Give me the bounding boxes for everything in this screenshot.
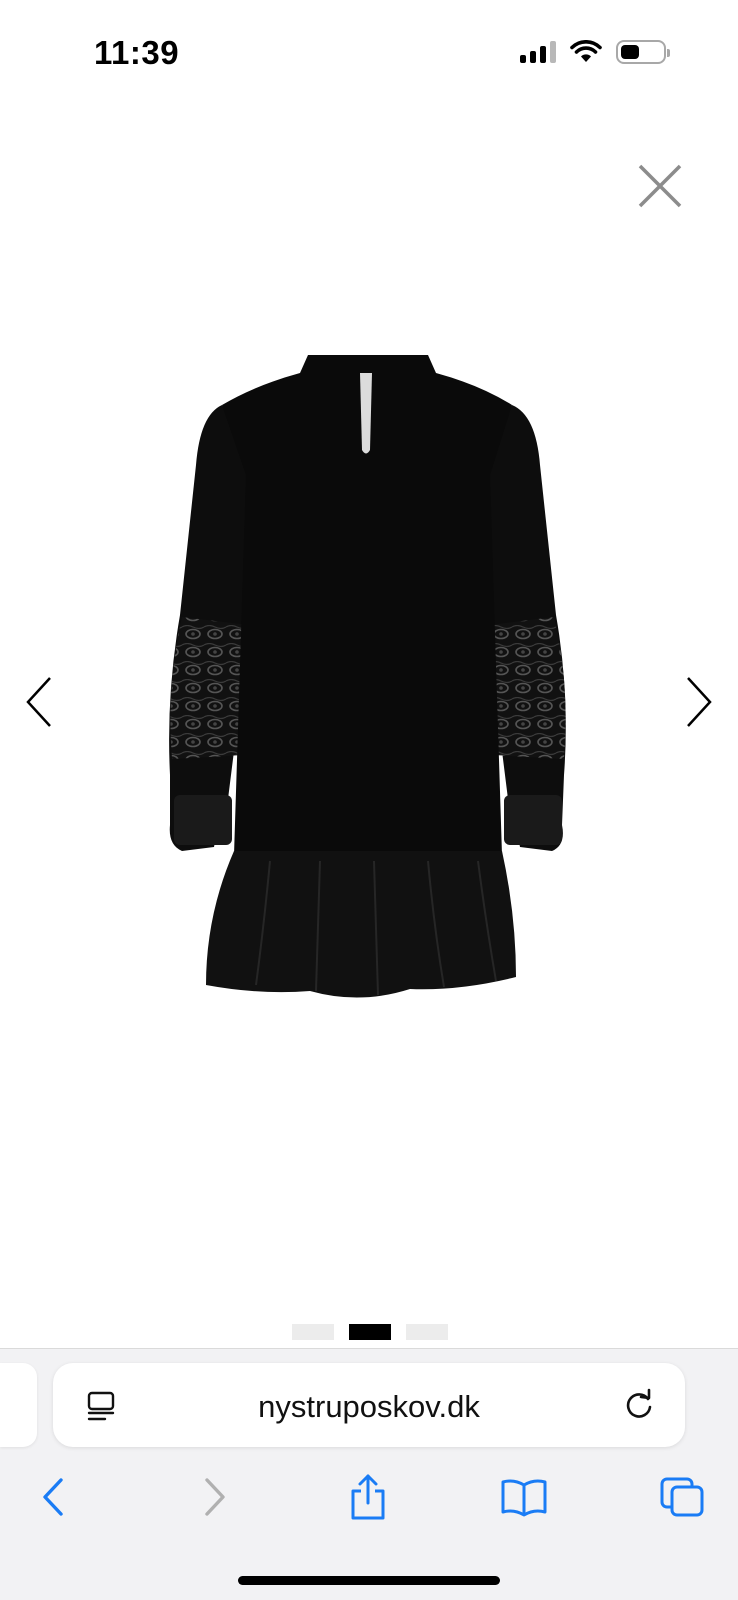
- tabs-button[interactable]: [652, 1467, 712, 1527]
- previous-tab-edge[interactable]: [0, 1363, 37, 1447]
- wifi-icon: [570, 40, 602, 62]
- pagination-dot-2[interactable]: [349, 1324, 391, 1340]
- next-image-button[interactable]: [678, 672, 718, 732]
- product-image: [169, 355, 566, 998]
- address-text[interactable]: nystruposkov.dk: [143, 1389, 595, 1425]
- cellular-signal-icon: [520, 41, 556, 63]
- bookmarks-button[interactable]: [494, 1467, 554, 1527]
- battery-icon: [616, 40, 670, 64]
- browser-toolbar: [0, 1467, 738, 1527]
- close-icon[interactable]: [634, 160, 686, 212]
- reload-icon[interactable]: [621, 1387, 657, 1423]
- forward-button[interactable]: [184, 1467, 244, 1527]
- bookmarks-book-icon: [501, 1479, 547, 1517]
- back-button[interactable]: [24, 1467, 84, 1527]
- forward-chevron-icon: [205, 1478, 225, 1516]
- pagination-dot-3[interactable]: [406, 1324, 448, 1340]
- pagination-dot-1[interactable]: [292, 1324, 334, 1340]
- home-indicator[interactable]: [238, 1576, 500, 1585]
- back-chevron-icon: [43, 1478, 63, 1516]
- share-button[interactable]: [338, 1467, 398, 1527]
- tabs-icon: [660, 1477, 704, 1517]
- gallery-pagination: [292, 1324, 448, 1340]
- status-icons: [520, 40, 670, 64]
- address-bar[interactable]: nystruposkov.dk: [53, 1363, 685, 1447]
- share-icon: [351, 1474, 385, 1520]
- previous-image-button[interactable]: [20, 672, 60, 732]
- browser-bottom-bar: nystruposkov.dk: [0, 1348, 738, 1600]
- status-time: 11:39: [94, 34, 180, 71]
- page-menu-icon[interactable]: [85, 1390, 117, 1422]
